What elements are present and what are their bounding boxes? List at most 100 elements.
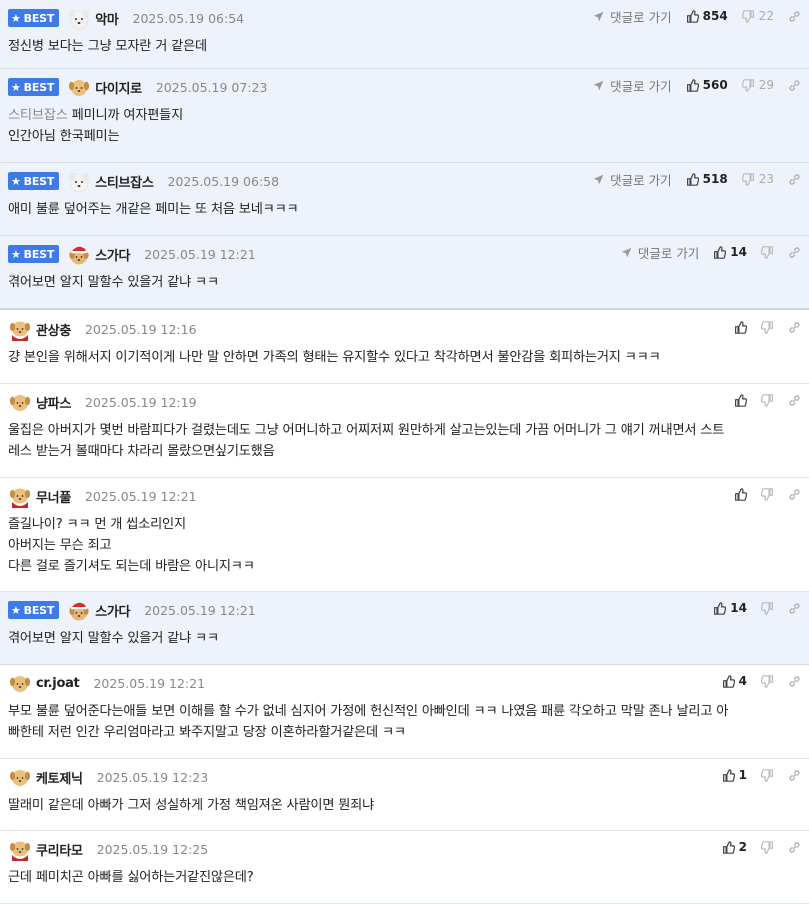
comment-header: 냥파스 2025.05.19 12:19 (8, 391, 197, 413)
author-nickname[interactable]: 스티브잡스 (95, 172, 154, 191)
thumbs-up-icon (734, 393, 747, 407)
copy-link-icon[interactable] (788, 246, 801, 259)
comment-actions: 4 (722, 672, 801, 690)
copy-link-icon[interactable] (788, 79, 801, 92)
downvote-button[interactable] (761, 320, 788, 334)
thumbs-down-icon (761, 487, 774, 501)
author-nickname[interactable]: 관상충 (36, 320, 71, 339)
send-icon (593, 80, 607, 91)
author-nickname[interactable]: 냥파스 (36, 393, 71, 412)
thumbs-down-icon (761, 768, 774, 782)
upvote-button[interactable]: 14 (713, 601, 761, 615)
comment-line: 애미 불륜 덮어주는 개같은 페미는 또 처음 보네ㅋㅋㅋ (8, 202, 299, 217)
copy-link-icon[interactable] (788, 841, 801, 854)
upvote-button[interactable]: 4 (722, 674, 761, 688)
comment-row: ★ BEST 스가다 2025.05.19 12:21 댓글로 가기 14 겪어보면 알지 … (0, 236, 809, 309)
author-nickname[interactable]: 스가다 (95, 601, 130, 620)
comment-body: 부모 불륜 덮어준다는애들 보면 이해를 할 수가 없네 심지어 가정에 헌신적… (8, 701, 789, 743)
best-badge: ★ BEST (8, 9, 60, 27)
go-to-reply-link[interactable]: 댓글로 가기 (593, 7, 672, 26)
thumbs-up-icon (722, 674, 735, 688)
avatar[interactable] (8, 765, 36, 789)
comment-body: 겪어보면 알지 말할수 있을거 같냐 ㅋㅋ (8, 272, 789, 293)
star-icon: ★ (11, 247, 21, 261)
downvote-button[interactable]: 23 (741, 172, 788, 186)
downvote-button[interactable]: 22 (741, 9, 788, 23)
go-to-reply-link[interactable]: 댓글로 가기 (593, 170, 672, 189)
comment-body: 스티브잡스 페미니까 여자편들지 인간아님 한국페미는 (8, 105, 789, 147)
comment-actions: 댓글로 가기 560 29 (593, 76, 801, 94)
avatar[interactable] (67, 169, 95, 193)
downvote-count: 23 (758, 172, 774, 186)
upvote-button[interactable] (734, 320, 761, 334)
avatar[interactable] (8, 671, 36, 695)
comment-header: 쿠리타모 2025.05.19 12:25 (8, 837, 209, 861)
copy-link-icon[interactable] (788, 769, 801, 782)
comment-actions: 14 (713, 599, 801, 617)
comment-header: ★ BEST 악마 2025.05.19 06:54 (8, 6, 244, 30)
copy-link-icon[interactable] (788, 675, 801, 688)
comment-line: 즐길나이? ㅋㅋ 먼 개 씹소리인지 (8, 517, 186, 532)
upvote-count: 14 (730, 601, 747, 615)
copy-link-icon[interactable] (788, 321, 801, 334)
author-nickname[interactable]: 악마 (95, 9, 119, 28)
downvote-button[interactable] (761, 245, 788, 259)
best-badge: ★ BEST (8, 78, 60, 96)
go-to-reply-label: 댓글로 가기 (637, 245, 700, 261)
avatar[interactable] (8, 390, 36, 414)
avatar[interactable] (67, 598, 95, 622)
upvote-button[interactable]: 1 (722, 768, 761, 782)
comment-date: 2025.05.19 12:21 (93, 675, 206, 691)
upvote-button[interactable]: 2 (722, 840, 761, 854)
avatar[interactable] (8, 484, 36, 508)
avatar[interactable] (8, 317, 36, 341)
mention-tag[interactable]: 스티브잡스 (8, 108, 68, 123)
go-to-reply-link[interactable]: 댓글로 가기 (621, 243, 699, 262)
copy-link-icon[interactable] (788, 394, 801, 407)
author-nickname[interactable]: cr.joat (36, 676, 80, 691)
comment-header: ★ BEST 스티브잡스 2025.05.19 06:58 (8, 169, 280, 193)
copy-link-icon[interactable] (788, 173, 801, 186)
comment-date: 2025.05.19 06:58 (167, 173, 280, 189)
upvote-button[interactable]: 560 (686, 78, 742, 92)
thumbs-up-icon (734, 487, 747, 501)
comment-actions: 2 (722, 838, 801, 856)
copy-link-icon[interactable] (788, 10, 801, 23)
author-nickname[interactable]: 쿠리타모 (36, 840, 83, 859)
best-badge-label: BEST (23, 80, 55, 94)
comment-actions: 1 (722, 766, 801, 784)
downvote-button[interactable]: 29 (741, 78, 788, 92)
comment-line: 울집은 아버지가 몇번 바람피다가 걸렸는데도 그냥 어머니하고 어찌저찌 원만… (8, 423, 725, 438)
comment-actions (734, 318, 801, 336)
send-icon (593, 174, 607, 185)
upvote-button[interactable] (734, 487, 761, 501)
downvote-button[interactable] (761, 674, 788, 688)
upvote-button[interactable]: 518 (686, 172, 742, 186)
author-nickname[interactable]: 스가다 (95, 245, 130, 264)
upvote-button[interactable] (734, 393, 761, 407)
author-nickname[interactable]: 케토제닉 (36, 768, 83, 787)
avatar[interactable] (67, 75, 95, 99)
comment-row: ★ BEST 스가다 2025.05.19 12:21 14 겪어보면 알지 말할수 있을… (0, 592, 809, 665)
copy-link-icon[interactable] (788, 602, 801, 615)
best-badge: ★ BEST (8, 601, 60, 619)
upvote-button[interactable]: 14 (713, 245, 761, 259)
avatar[interactable] (67, 6, 95, 30)
comment-body: 딸래미 같은데 아빠가 그저 성실하게 가정 책임져온 사람이면 뭔죄냐 (8, 795, 789, 816)
author-nickname[interactable]: 무너풀 (36, 487, 71, 506)
thumbs-up-icon (734, 320, 747, 334)
go-to-reply-link[interactable]: 댓글로 가기 (593, 76, 672, 95)
avatar[interactable] (67, 242, 95, 266)
avatar[interactable] (8, 837, 36, 861)
comment-date: 2025.05.19 12:25 (96, 841, 209, 857)
downvote-button[interactable] (761, 393, 788, 407)
downvote-button[interactable] (761, 601, 788, 615)
comment-line: 딸래미 같은데 아빠가 그저 성실하게 가정 책임져온 사람이면 뭔죄냐 (8, 798, 375, 813)
copy-link-icon[interactable] (788, 488, 801, 501)
thumbs-down-icon (761, 840, 774, 854)
upvote-button[interactable]: 854 (686, 9, 742, 23)
downvote-button[interactable] (761, 768, 788, 782)
author-nickname[interactable]: 다이지로 (95, 78, 142, 97)
downvote-button[interactable] (761, 487, 788, 501)
downvote-button[interactable] (761, 840, 788, 854)
